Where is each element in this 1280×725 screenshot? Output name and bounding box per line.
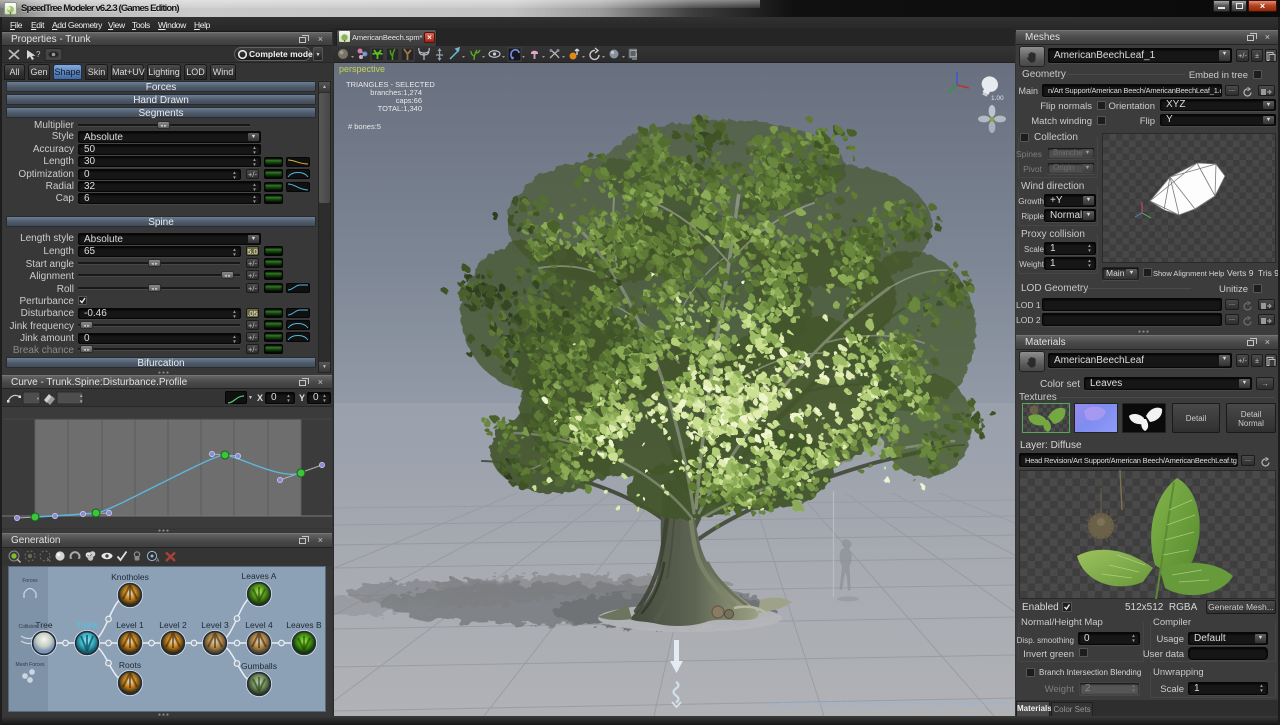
svg-text:Level 3: Level 3 [201,620,229,630]
svg-text:Mesh Forces: Mesh Forces [16,662,45,668]
svg-text:Knotholes: Knotholes [111,572,149,582]
svg-text:▲: ▲ [79,393,83,398]
svg-text:▼: ▼ [79,399,83,404]
svg-text:Level 1: Level 1 [116,620,144,630]
svg-text:▼: ▼ [36,396,40,401]
svg-text:Leaves A: Leaves A [242,571,277,581]
svg-text:Level 2: Level 2 [159,620,187,630]
svg-text:1.00: 1.00 [991,95,1004,102]
svg-text:Forces: Forces [22,578,38,584]
svg-text:Leaves B: Leaves B [286,620,322,630]
svg-text:Tree: Tree [35,620,52,630]
svg-text:A: A [156,558,160,564]
svg-text:Roots: Roots [119,660,141,670]
svg-text:Trunk: Trunk [76,620,98,630]
svg-text:?: ? [36,50,41,59]
svg-text:Gumballs: Gumballs [241,661,277,671]
svg-text:Level 4: Level 4 [245,620,273,630]
